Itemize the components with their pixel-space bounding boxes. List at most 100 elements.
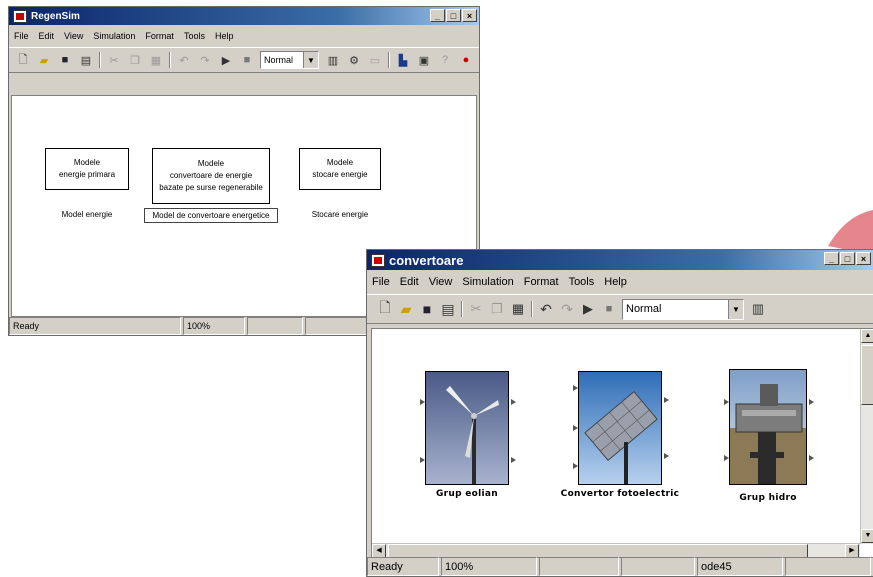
copy-icon[interactable]: ❐ [489,301,505,317]
hydro-turbine-block[interactable] [729,369,807,485]
menu-tools[interactable]: Tools [179,31,210,41]
menu-tools[interactable]: Tools [564,276,600,288]
toolbar-separator [461,301,463,317]
start-simulation-icon[interactable]: ▶ [218,53,234,68]
status-solver: ode45 [697,557,783,576]
energy-model-block[interactable]: Modele energie primara [45,148,129,190]
output-port[interactable] [511,457,516,463]
converter-model-block[interactable]: Modele convertoare de energie bazate pe … [152,148,270,204]
debugger-icon[interactable]: ▙ [395,53,411,68]
input-port[interactable] [420,457,425,463]
input-port[interactable] [724,399,729,405]
block-text: stocare energie [312,170,368,179]
minimize-icon[interactable]: _ [824,252,839,265]
print-icon[interactable]: ▤ [440,301,456,317]
output-port[interactable] [809,399,814,405]
menu-format[interactable]: Format [140,31,179,41]
save-icon[interactable]: ■ [57,53,73,68]
redo-icon[interactable]: ↷ [559,301,575,317]
zoom-mode-select[interactable]: Normal ▼ [622,298,744,320]
output-port[interactable] [664,397,669,403]
toolbar-separator [388,52,390,68]
convertoare-titlebar[interactable]: convertoare _ □ × [367,250,873,270]
close-icon[interactable]: × [856,252,871,265]
copy-icon[interactable]: ❐ [127,53,143,68]
minimize-icon[interactable]: _ [430,9,445,22]
open-folder-icon[interactable]: ▰ [398,301,414,317]
input-port[interactable] [573,463,578,469]
menu-file[interactable]: File [9,31,34,41]
record-icon[interactable]: ● [458,53,474,68]
input-port[interactable] [724,455,729,461]
scroll-left-icon[interactable]: ◀ [372,544,386,557]
chevron-down-icon[interactable]: ▼ [728,299,743,319]
block-text: Modele [326,158,354,167]
model-explorer-icon[interactable]: ▭ [367,53,383,68]
menu-help[interactable]: Help [210,31,239,41]
menu-format[interactable]: Format [519,276,564,288]
undo-icon[interactable]: ↶ [176,53,192,68]
stop-simulation-icon[interactable]: ■ [601,302,617,317]
maximize-icon[interactable]: □ [446,9,461,22]
open-folder-icon[interactable]: ▰ [36,53,52,68]
horizontal-scroll-thumb[interactable] [388,544,808,557]
help-query-icon[interactable]: ? [437,53,453,68]
menu-file[interactable]: File [367,276,395,288]
close-icon[interactable]: × [462,9,477,22]
profiler-icon[interactable]: ▣ [416,53,432,68]
vertical-scroll-thumb[interactable] [861,345,873,405]
cut-icon[interactable]: ✂ [106,53,122,68]
block-text: energie primara [58,170,116,179]
status-empty [539,557,619,576]
menu-view[interactable]: View [424,276,458,288]
new-model-icon[interactable]: 🗋 [377,299,393,317]
start-simulation-icon[interactable]: ▶ [580,301,596,317]
menu-edit[interactable]: Edit [34,31,60,41]
cut-icon[interactable]: ✂ [468,301,484,317]
input-port[interactable] [420,399,425,405]
output-port[interactable] [809,455,814,461]
window-title: convertoare [389,252,464,268]
output-port[interactable] [511,399,516,405]
menu-view[interactable]: View [59,31,88,41]
paste-icon[interactable]: ▦ [148,53,164,68]
wind-turbine-block[interactable] [425,371,509,485]
input-port[interactable] [573,425,578,431]
block-label: Model energie [61,210,113,219]
build-icon[interactable]: ▥ [750,301,766,317]
chevron-down-icon[interactable]: ▼ [303,52,318,68]
new-model-icon[interactable]: 🗋 [15,53,31,68]
zoom-mode-value: Normal [264,55,294,65]
paste-icon[interactable]: ▦ [510,301,526,317]
menu-simulation[interactable]: Simulation [457,276,518,288]
regensim-titlebar[interactable]: RegenSim _ □ × [9,7,479,25]
menu-help[interactable]: Help [599,276,632,288]
undo-icon[interactable]: ↶ [538,301,554,317]
simulink-app-icon [371,253,385,267]
menu-edit[interactable]: Edit [395,276,424,288]
scroll-down-icon[interactable]: ▼ [861,529,873,543]
scroll-up-icon[interactable]: ▲ [861,329,873,343]
input-port[interactable] [573,385,578,391]
vertical-scrollbar[interactable]: ▲ ▼ [860,329,873,544]
toolbar: 🗋 ▰ ■ ▤ ✂ ❐ ▦ ↶ ↷ ▶ ■ Normal ▼ ▥ ⚙ ▭ ▙ ▣… [9,47,479,73]
print-icon[interactable]: ▤ [78,53,94,68]
maximize-icon[interactable]: □ [840,252,855,265]
zoom-mode-select[interactable]: Normal ▼ [260,51,319,69]
library-browser-icon[interactable]: ⚙ [346,53,362,68]
status-state: Ready [367,557,439,576]
model-canvas[interactable]: Grup eolian Convertor fotoelectric Grup … [371,328,873,558]
stop-simulation-icon[interactable]: ■ [239,53,255,68]
redo-icon[interactable]: ↷ [197,53,213,68]
build-icon[interactable]: ▥ [325,53,341,68]
save-icon[interactable]: ■ [419,301,435,317]
output-port[interactable] [664,453,669,459]
horizontal-scrollbar[interactable]: ◀ ▶ [372,543,860,557]
solar-panel-block[interactable] [578,371,662,485]
menu-simulation[interactable]: Simulation [88,31,140,41]
wind-turbine-icon [426,372,508,484]
convertoare-window: convertoare _ □ × File Edit View Simulat… [366,249,873,577]
storage-model-block[interactable]: Modele stocare energie [299,148,381,190]
scroll-right-icon[interactable]: ▶ [845,544,859,557]
status-empty [621,557,695,576]
